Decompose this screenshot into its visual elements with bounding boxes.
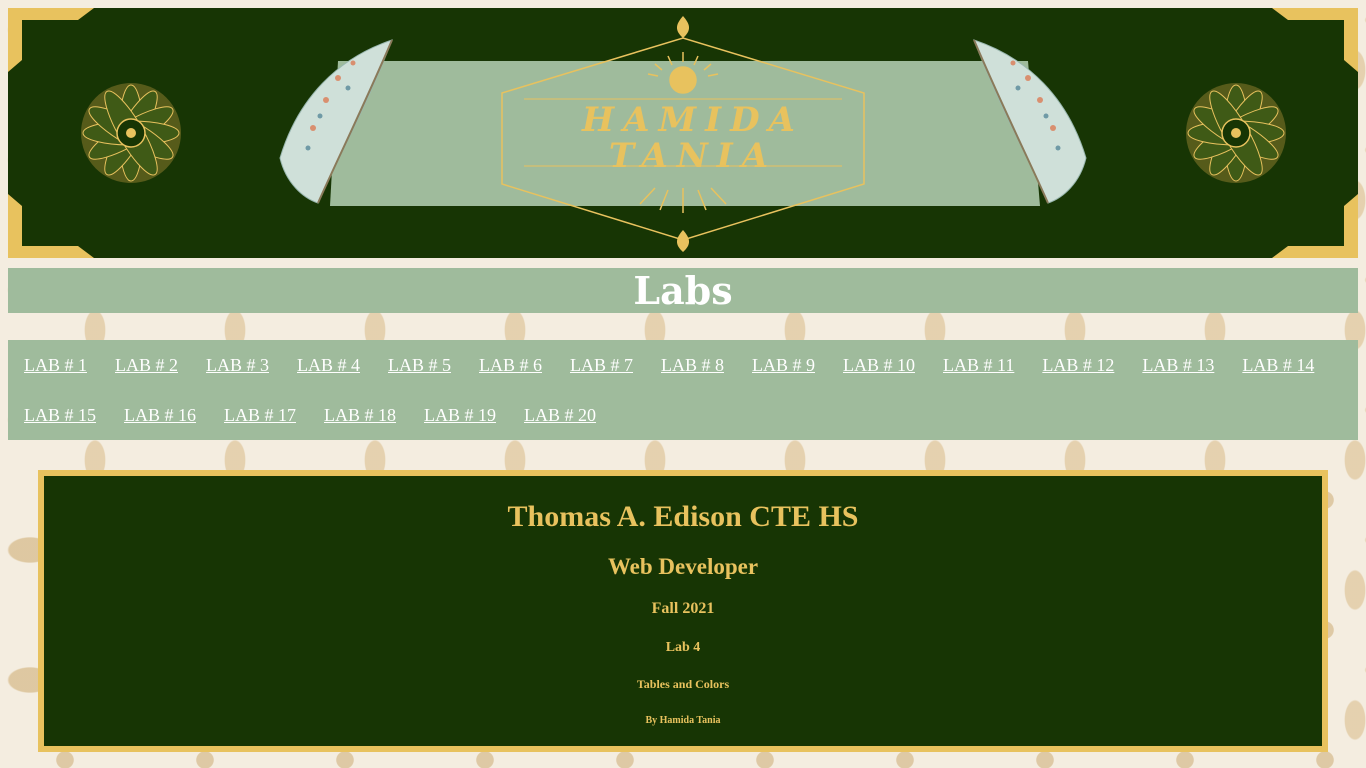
lab-navigation: LAB # 1 LAB # 2 LAB # 3 LAB # 4 LAB # 5 LAB #… [8,340,1358,440]
nav-link-lab-10[interactable]: LAB # 10 [843,355,915,375]
nav-link-lab-16[interactable]: LAB # 16 [124,405,196,425]
nav-link-lab-12[interactable]: LAB # 12 [1042,355,1114,375]
nav-link-lab-1[interactable]: LAB # 1 [24,355,87,375]
nav-link-lab-3[interactable]: LAB # 3 [206,355,269,375]
labs-heading-bar: Labs [8,268,1358,313]
nav-link-lab-6[interactable]: LAB # 6 [479,355,542,375]
nav-link-lab-11[interactable]: LAB # 11 [943,355,1014,375]
nav-link-lab-7[interactable]: LAB # 7 [570,355,633,375]
nav-link-lab-20[interactable]: LAB # 20 [524,405,596,425]
nav-link-lab-18[interactable]: LAB # 18 [324,405,396,425]
banner-title-last: TANIA [608,136,778,176]
nav-link-lab-8[interactable]: LAB # 8 [661,355,724,375]
banner-title-first: HAMIDA [582,100,804,140]
nav-link-lab-5[interactable]: LAB # 5 [388,355,451,375]
nav-link-lab-19[interactable]: LAB # 19 [424,405,496,425]
mandala-icon [81,83,181,183]
header-banner: HAMIDA TANIA [8,8,1358,258]
labs-heading: Labs [633,268,733,313]
nav-link-lab-15[interactable]: LAB # 15 [24,405,96,425]
lab-label: Lab 4 [665,640,701,655]
nav-link-lab-14[interactable]: LAB # 14 [1242,355,1314,375]
school-name: Thomas A. Edison CTE HS [507,500,859,533]
nav-link-lab-17[interactable]: LAB # 17 [224,405,296,425]
term-label: Fall 2021 [651,600,715,617]
nav-link-lab-13[interactable]: LAB # 13 [1142,355,1214,375]
info-panel: Thomas A. Edison CTE HS Web Developer Fa… [38,470,1328,752]
course-title: Web Developer [607,554,759,579]
mandala-icon [1186,83,1286,183]
author-label: By Hamida Tania [645,715,721,726]
topic-label: Tables and Colors [636,677,730,691]
nav-link-lab-4[interactable]: LAB # 4 [297,355,360,375]
nav-link-lab-9[interactable]: LAB # 9 [752,355,815,375]
nav-link-lab-2[interactable]: LAB # 2 [115,355,178,375]
